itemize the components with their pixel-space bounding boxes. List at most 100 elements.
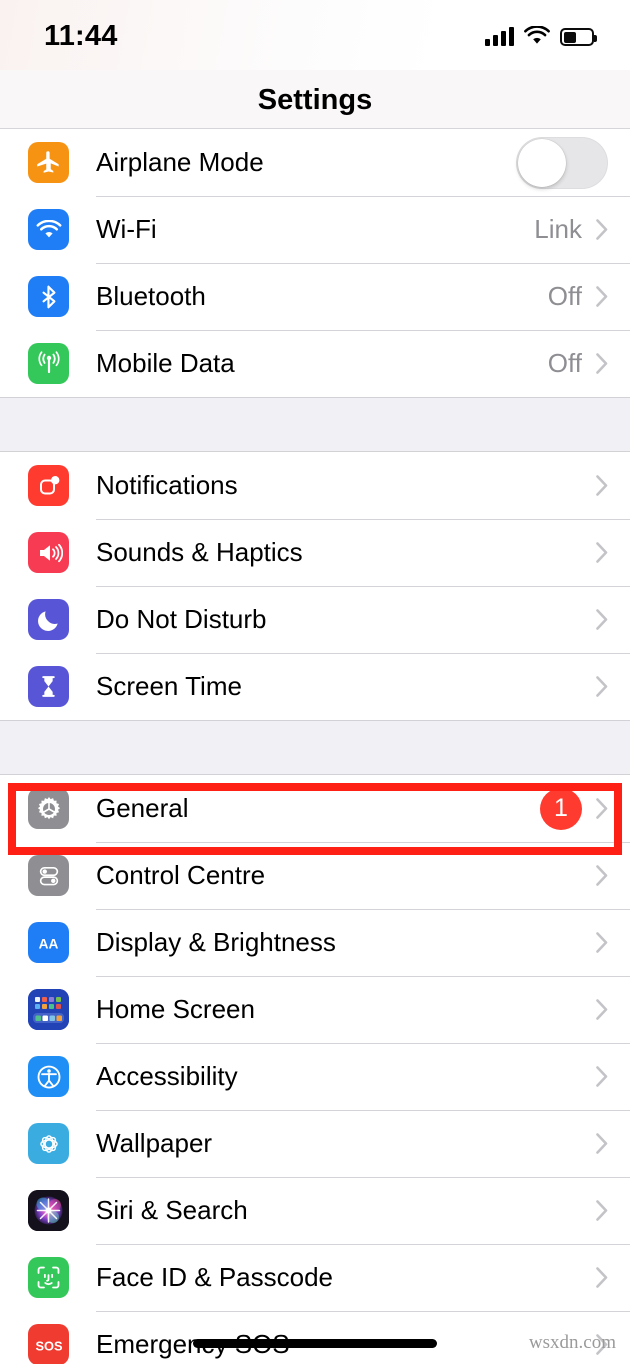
chevron-right-icon xyxy=(596,1133,608,1154)
settings-row-label: Wi-Fi xyxy=(96,214,157,244)
chevron-right-icon xyxy=(596,219,608,240)
accessibility-icon xyxy=(28,1056,69,1097)
bluetooth-icon xyxy=(28,276,69,317)
sos-icon: SOS xyxy=(28,1324,69,1364)
row-accessory xyxy=(516,136,608,189)
settings-row-control-centre[interactable]: Control Centre xyxy=(0,842,630,909)
settings-row-notifications[interactable]: Notifications xyxy=(0,452,630,519)
settings-row-sounds-haptics[interactable]: Sounds & Haptics xyxy=(0,519,630,586)
siri-icon xyxy=(28,1190,69,1231)
iphone-settings-screen: 11:44 Settings Airplane Mode Wi-Fi Link … xyxy=(0,0,630,1364)
hourglass-icon xyxy=(28,666,69,707)
status-bar-indicators xyxy=(485,26,597,46)
row-accessory xyxy=(596,475,608,496)
settings-group-notifications: Notifications Sounds & Haptics Do Not Di… xyxy=(0,452,630,720)
settings-row-wi-fi[interactable]: Wi-Fi Link xyxy=(0,196,630,263)
settings-row-airplane-mode[interactable]: Airplane Mode xyxy=(0,129,630,196)
settings-row-do-not-disturb[interactable]: Do Not Disturb xyxy=(0,586,630,653)
chevron-right-icon xyxy=(596,1267,608,1288)
chevron-right-icon xyxy=(596,1066,608,1087)
speaker-icon xyxy=(28,532,69,573)
airplane-mode-toggle[interactable] xyxy=(516,136,608,189)
wallpaper-icon xyxy=(28,1123,69,1164)
settings-row-home-screen[interactable]: Home Screen xyxy=(0,976,630,1043)
settings-row-label: General xyxy=(96,793,189,823)
row-accessory xyxy=(596,1267,608,1288)
settings-row-mobile-data[interactable]: Mobile Data Off xyxy=(0,330,630,397)
watermark: wsxdn.com xyxy=(528,1332,616,1353)
gear-icon xyxy=(28,788,69,829)
status-bar: 11:44 xyxy=(0,0,630,70)
cellular-bars-icon xyxy=(485,26,514,46)
row-accessory xyxy=(596,676,608,697)
chevron-right-icon xyxy=(596,1200,608,1221)
row-accessory xyxy=(596,1133,608,1154)
chevron-right-icon xyxy=(596,542,608,563)
row-accessory xyxy=(596,1066,608,1087)
settings-row-screen-time[interactable]: Screen Time xyxy=(0,653,630,720)
home-screen-icon xyxy=(28,989,69,1030)
control-centre-icon xyxy=(28,855,69,896)
row-accessory: Off xyxy=(548,281,608,312)
settings-row-label: Airplane Mode xyxy=(96,147,264,177)
row-accessory: Link xyxy=(534,214,608,245)
row-accessory xyxy=(596,1200,608,1221)
chevron-right-icon xyxy=(596,475,608,496)
settings-row-label: Mobile Data xyxy=(96,348,235,378)
settings-row-value: Link xyxy=(534,214,582,244)
settings-row-label: Control Centre xyxy=(96,860,266,890)
settings-group-connectivity: Airplane Mode Wi-Fi Link Bluetooth Off M… xyxy=(0,129,630,397)
display-brightness-icon: AA xyxy=(28,922,69,963)
chevron-right-icon xyxy=(596,286,608,307)
chevron-right-icon xyxy=(596,999,608,1020)
settings-row-display-brightness[interactable]: AA Display & Brightness xyxy=(0,909,630,976)
settings-row-label: Notifications xyxy=(96,470,238,500)
moon-icon xyxy=(28,599,69,640)
settings-row-label: Do Not Disturb xyxy=(96,604,267,634)
row-accessory: Off xyxy=(548,348,608,379)
chevron-right-icon xyxy=(596,798,608,819)
face-id-icon xyxy=(28,1257,69,1298)
row-accessory xyxy=(596,542,608,563)
battery-icon xyxy=(560,28,597,46)
chevron-right-icon xyxy=(596,932,608,953)
row-accessory xyxy=(596,999,608,1020)
settings-row-face-id-passcode[interactable]: Face ID & Passcode xyxy=(0,1244,630,1311)
settings-row-siri-search[interactable]: Siri & Search xyxy=(0,1177,630,1244)
settings-row-wallpaper[interactable]: Wallpaper xyxy=(0,1110,630,1177)
airplane-icon xyxy=(28,142,69,183)
settings-row-label: Sounds & Haptics xyxy=(96,537,303,567)
settings-group-system: General 1 Control Centre AA Display & Br… xyxy=(0,775,630,1364)
status-bar-time: 11:44 xyxy=(44,20,118,52)
cellular-antenna-icon xyxy=(28,343,69,384)
group-separator xyxy=(0,397,630,452)
row-accessory xyxy=(596,932,608,953)
row-accessory xyxy=(596,609,608,630)
wifi-icon xyxy=(28,209,69,250)
settings-row-accessibility[interactable]: Accessibility xyxy=(0,1043,630,1110)
settings-row-label: Face ID & Passcode xyxy=(96,1262,333,1292)
settings-row-label: Accessibility xyxy=(96,1061,238,1091)
row-accessory xyxy=(596,865,608,886)
group-separator xyxy=(0,720,630,775)
settings-row-label: Wallpaper xyxy=(96,1128,213,1158)
settings-row-general[interactable]: General 1 xyxy=(0,775,630,842)
svg-text:SOS: SOS xyxy=(35,1338,63,1353)
chevron-right-icon xyxy=(596,865,608,886)
wifi-icon xyxy=(524,26,550,44)
page-title: Settings xyxy=(257,84,373,116)
settings-row-bluetooth[interactable]: Bluetooth Off xyxy=(0,263,630,330)
settings-row-label: Bluetooth xyxy=(96,281,206,311)
chevron-right-icon xyxy=(596,353,608,374)
settings-row-label: Siri & Search xyxy=(96,1195,248,1225)
chevron-right-icon xyxy=(596,609,608,630)
home-indicator[interactable] xyxy=(193,1339,437,1348)
settings-row-value: Off xyxy=(547,348,582,378)
navigation-bar: Settings xyxy=(0,70,630,129)
svg-text:AA: AA xyxy=(39,936,59,951)
status-badge: 1 xyxy=(540,787,582,830)
settings-row-label: Home Screen xyxy=(96,994,255,1024)
settings-row-value: Off xyxy=(547,281,582,311)
settings-row-label: Display & Brightness xyxy=(96,927,336,957)
settings-row-label: Screen Time xyxy=(96,671,242,701)
